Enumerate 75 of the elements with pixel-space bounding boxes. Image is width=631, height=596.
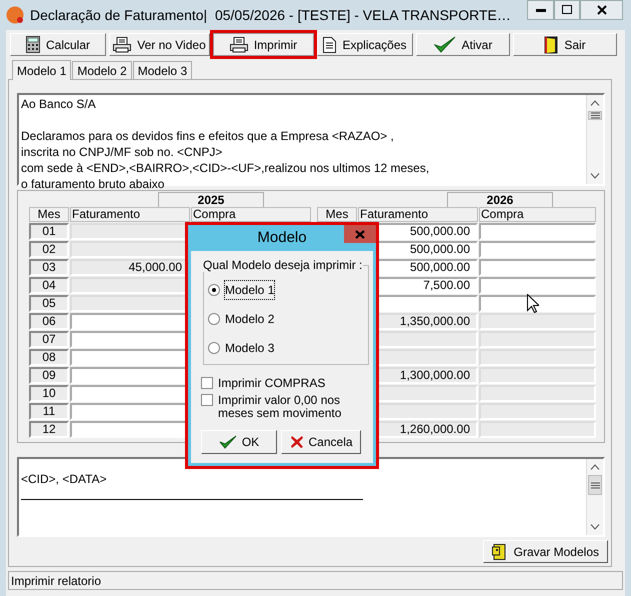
file-cabinet-icon xyxy=(492,544,506,560)
month-cell: 10 xyxy=(29,385,69,402)
input-field[interactable] xyxy=(479,259,596,276)
input-field[interactable] xyxy=(479,349,596,366)
month-cell: 11 xyxy=(29,403,69,420)
printer-icon xyxy=(113,36,132,52)
save-button[interactable]: Gravar Modelos xyxy=(482,540,608,563)
month-cell: 09 xyxy=(29,367,69,384)
year-label: 2025 xyxy=(158,192,264,207)
toolbar-button[interactable]: Sair xyxy=(513,33,617,56)
input-field[interactable] xyxy=(479,295,596,312)
month-cell: 06 xyxy=(29,313,69,330)
month-cell: 05 xyxy=(29,295,69,312)
input-field[interactable] xyxy=(479,385,596,402)
dialog-title: Modelo xyxy=(257,228,307,248)
month-cell: 08 xyxy=(29,349,69,366)
input-field[interactable] xyxy=(479,331,596,348)
month-cell: 07 xyxy=(29,331,69,348)
close-icon xyxy=(355,230,365,238)
text-area[interactable]: <CID>, <DATA> xyxy=(17,457,605,537)
input-field[interactable] xyxy=(479,223,596,240)
checkmark-icon xyxy=(434,36,456,54)
close-button[interactable] xyxy=(580,0,623,20)
month-cell: 03 xyxy=(29,259,69,276)
x-icon xyxy=(290,435,304,449)
scrollbar[interactable] xyxy=(586,95,603,184)
group-label: Qual Modelo deseja imprimir : xyxy=(203,258,364,272)
month-cell: 02 xyxy=(29,241,69,258)
scrollbar[interactable] xyxy=(586,459,603,535)
maximize-button[interactable] xyxy=(554,0,580,20)
window-title: Declaração de Faturamento| 05/05/2026 - [TESTE] - VELA TRANSPORTE… xyxy=(30,6,511,25)
column-header: Faturamento xyxy=(70,207,190,222)
grip-icon xyxy=(590,112,600,119)
maximize-icon xyxy=(562,5,572,15)
input-field[interactable] xyxy=(479,367,596,384)
letter-text: <CID>, <DATA> xyxy=(21,471,108,487)
toolbar-button[interactable]: Imprimir xyxy=(213,33,314,56)
column-header: Mes xyxy=(317,207,357,222)
app-logo-icon xyxy=(6,6,24,24)
year-label: 2026 xyxy=(447,192,553,207)
tab[interactable]: Modelo 1 xyxy=(12,60,72,80)
checkmark-icon xyxy=(218,435,237,449)
input-field[interactable] xyxy=(479,403,596,420)
checkbox-option[interactable]: Imprimir COMPRAS xyxy=(201,377,361,390)
month-cell: 12 xyxy=(29,421,69,438)
toolbar-button[interactable]: Ver no Video xyxy=(109,33,210,56)
input-field[interactable] xyxy=(479,277,596,294)
checkbox-option[interactable]: Imprimir valor 0,00 nos meses sem movimento xyxy=(201,394,361,420)
cancel-button[interactable]: Cancela xyxy=(281,430,361,454)
door-icon xyxy=(544,36,558,54)
month-cell: 04 xyxy=(29,277,69,294)
column-header: Mes xyxy=(29,207,69,222)
letter-text: Ao Banco S/A Declaramos para os devidos fins e efeitos que a Empresa <RAZAO> , inscrita no CNPJ/MF sob no. <CNPJ> com sede à <END>,<BAIRRO>,<CID>-<UF>,realizou nos ultimos 12 meses, o faturamento bruto abaixo xyxy=(21,96,430,192)
toolbar-button[interactable]: Explicações xyxy=(317,33,413,56)
ok-button[interactable]: OK xyxy=(201,430,278,454)
mouse-cursor-icon xyxy=(527,294,539,313)
grip-icon xyxy=(590,482,600,488)
column-header: Faturamento xyxy=(358,207,478,222)
input-field[interactable] xyxy=(479,241,596,258)
month-cell: 01 xyxy=(29,223,69,240)
tab[interactable]: Modelo 2 xyxy=(72,61,132,79)
status-bar: Imprimir relatorio xyxy=(8,571,623,590)
tab[interactable]: Modelo 3 xyxy=(132,61,192,79)
toolbar-button[interactable]: Calcular xyxy=(10,33,106,56)
calculator-icon xyxy=(26,36,40,53)
printer-icon xyxy=(230,36,248,52)
toolbar-button[interactable]: Ativar xyxy=(416,33,510,56)
minimize-button[interactable] xyxy=(527,0,554,20)
close-icon xyxy=(596,5,606,15)
column-header: Compra xyxy=(479,207,596,222)
column-header: Compra xyxy=(191,207,311,222)
document-icon xyxy=(323,36,336,52)
radio-option[interactable]: Modelo 3 xyxy=(208,338,368,358)
input-field[interactable] xyxy=(479,313,596,330)
input-field[interactable] xyxy=(479,421,596,438)
